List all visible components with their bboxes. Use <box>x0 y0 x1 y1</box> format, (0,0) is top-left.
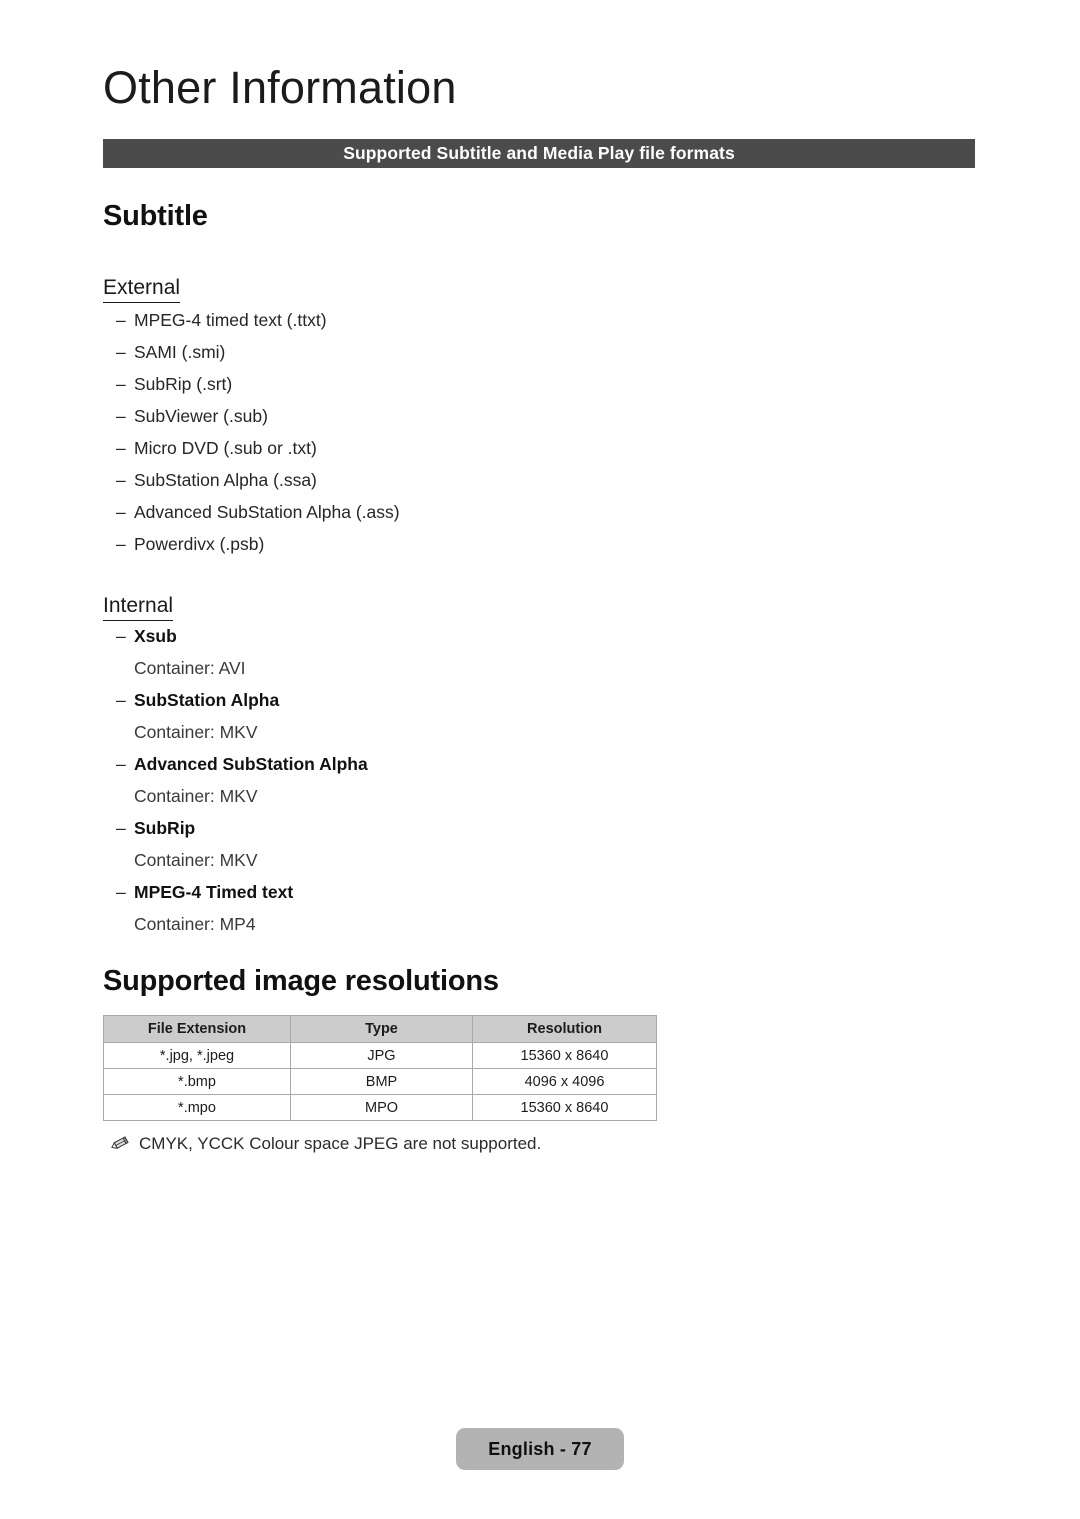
table-cell: *.bmp <box>103 1068 291 1095</box>
page-number-label: English - 77 <box>488 1438 592 1459</box>
external-format-label: SubRip (.srt) <box>134 374 233 394</box>
internal-format-container: Container: MKV <box>134 850 258 870</box>
internal-format-group: – Advanced SubStation Alpha Container: MKV <box>116 754 368 820</box>
table-cell: 15360 x 8640 <box>472 1094 657 1121</box>
section-banner: Supported Subtitle and Media Play file f… <box>103 139 975 168</box>
external-format-item: – Powerdivx (.psb) <box>116 534 400 568</box>
internal-format-container: Container: MKV <box>134 722 258 742</box>
dash-bullet-icon: – <box>116 818 126 838</box>
table-header: File Extension Type Resolution <box>103 1015 657 1043</box>
external-format-label: SubStation Alpha (.ssa) <box>134 470 317 490</box>
heading-external: External <box>103 276 181 304</box>
table-row: *.jpg, *.jpeg JPG 15360 x 8640 <box>103 1042 657 1069</box>
table-cell: *.jpg, *.jpeg <box>103 1042 291 1069</box>
heading-subtitle: Subtitle <box>103 200 208 232</box>
external-format-item: – Micro DVD (.sub or .txt) <box>116 438 400 472</box>
table-column-header: Resolution <box>472 1015 657 1043</box>
external-format-item: – SAMI (.smi) <box>116 342 400 376</box>
section-banner-label: Supported Subtitle and Media Play file f… <box>343 143 735 163</box>
table-row: *.mpo MPO 15360 x 8640 <box>103 1094 657 1121</box>
external-format-item: – SubViewer (.sub) <box>116 406 400 440</box>
external-format-label: Powerdivx (.psb) <box>134 534 265 554</box>
internal-format-group: – SubRip Container: MKV <box>116 818 368 884</box>
internal-format-label: Advanced SubStation Alpha <box>134 754 368 774</box>
external-format-label: MPEG-4 timed text (.ttxt) <box>134 310 327 330</box>
external-format-item: – SubRip (.srt) <box>116 374 400 408</box>
table-cell: JPG <box>290 1042 473 1069</box>
internal-format-container: Container: AVI <box>134 658 246 678</box>
table-column-header: File Extension <box>103 1015 291 1043</box>
table-cell: 4096 x 4096 <box>472 1068 657 1095</box>
external-format-item: – MPEG-4 timed text (.ttxt) <box>116 310 400 344</box>
dash-bullet-icon: – <box>116 754 126 774</box>
external-format-item: – SubStation Alpha (.ssa) <box>116 470 400 504</box>
table-cell: MPO <box>290 1094 473 1121</box>
dash-bullet-icon: – <box>116 626 126 646</box>
internal-format-group: – Xsub Container: AVI <box>116 626 368 692</box>
table-header-row: File Extension Type Resolution <box>103 1015 657 1043</box>
internal-subtitle-list: – Xsub Container: AVI – SubStation Alpha Cont… <box>116 626 368 948</box>
internal-format-item: – MPEG-4 Timed text <box>116 882 368 916</box>
note-text: CMYK, YCCK Colour space JPEG are not sup… <box>139 1134 542 1153</box>
internal-format-label: MPEG-4 Timed text <box>134 882 294 902</box>
external-format-item: – Advanced SubStation Alpha (.ass) <box>116 502 400 536</box>
manual-page: Other Information Supported Subtitle and… <box>0 0 1080 1519</box>
table-row: *.bmp BMP 4096 x 4096 <box>103 1068 657 1095</box>
table-cell: *.mpo <box>103 1094 291 1121</box>
heading-supported-image-resolutions: Supported image resolutions <box>103 965 499 997</box>
table-body: *.jpg, *.jpeg JPG 15360 x 8640 *.bmp BMP 4096… <box>103 1042 657 1121</box>
internal-format-group: – SubStation Alpha Container: MKV <box>116 690 368 756</box>
table-cell: BMP <box>290 1068 473 1095</box>
internal-format-label: SubRip <box>134 818 196 838</box>
external-format-label: SAMI (.smi) <box>134 342 226 362</box>
dash-bullet-icon: – <box>116 470 126 490</box>
dash-bullet-icon: – <box>116 690 126 710</box>
internal-format-label: SubStation Alpha <box>134 690 280 710</box>
external-format-label: SubViewer (.sub) <box>134 406 268 426</box>
internal-format-container: Container: MKV <box>134 786 258 806</box>
internal-format-group: – MPEG-4 Timed text Container: MP4 <box>116 882 368 948</box>
dash-bullet-icon: – <box>116 310 126 330</box>
heading-internal: Internal <box>103 594 174 622</box>
dash-bullet-icon: – <box>116 342 126 362</box>
internal-format-container: Container: MP4 <box>134 914 256 934</box>
dash-bullet-icon: – <box>116 882 126 902</box>
dash-bullet-icon: – <box>116 502 126 522</box>
note-row: CMYK, YCCK Colour space JPEG are not sup… <box>110 1134 541 1154</box>
image-resolution-table: File Extension Type Resolution *.jpg, *.jp… <box>103 1015 657 1121</box>
internal-format-item: – SubStation Alpha <box>116 690 368 724</box>
dash-bullet-icon: – <box>116 406 126 426</box>
chapter-title: Other Information <box>103 62 457 113</box>
pencil-icon <box>110 1135 130 1153</box>
table-column-header: Type <box>290 1015 473 1043</box>
dash-bullet-icon: – <box>116 438 126 458</box>
dash-bullet-icon: – <box>116 374 126 394</box>
table-cell: 15360 x 8640 <box>472 1042 657 1069</box>
page-footer-pill: English - 77 <box>456 1428 624 1470</box>
dash-bullet-icon: – <box>116 534 126 554</box>
internal-format-item: – Xsub <box>116 626 368 660</box>
internal-format-item: – SubRip <box>116 818 368 852</box>
external-subtitle-list: – MPEG-4 timed text (.ttxt) – SAMI (.smi) – S… <box>116 310 400 568</box>
external-format-label: Advanced SubStation Alpha (.ass) <box>134 502 400 522</box>
external-format-label: Micro DVD (.sub or .txt) <box>134 438 317 458</box>
internal-format-label: Xsub <box>134 626 177 646</box>
internal-format-item: – Advanced SubStation Alpha <box>116 754 368 788</box>
